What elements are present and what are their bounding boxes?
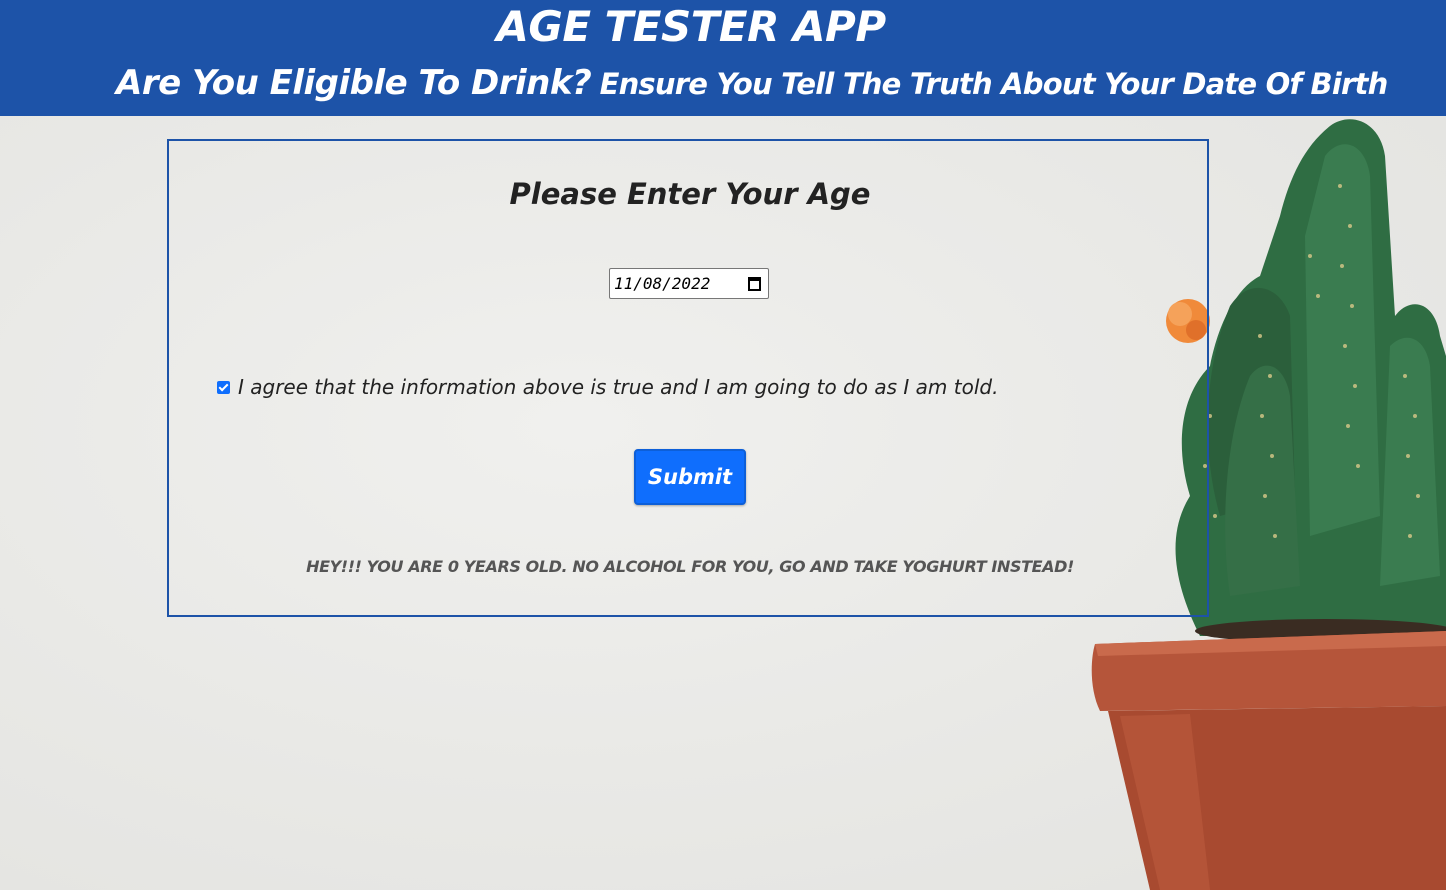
app-subtitle: Are You Eligible To Drink? Ensure You Te… xyxy=(116,63,1389,103)
app-title: AGE TESTER APP xyxy=(496,2,886,51)
age-form-card: Please Enter Your Age 11/08/2022 I agree… xyxy=(167,139,1209,617)
agree-checkbox[interactable] xyxy=(217,380,230,394)
subtitle-note: Ensure You Tell The Truth About Your Dat… xyxy=(599,67,1389,101)
submit-button[interactable]: Submit xyxy=(634,449,746,505)
date-of-birth-value: 11/08/2022 xyxy=(614,274,711,293)
calendar-icon[interactable] xyxy=(748,276,761,291)
date-of-birth-input[interactable]: 11/08/2022 xyxy=(609,268,769,299)
agree-row: I agree that the information above is tr… xyxy=(217,375,998,399)
app-header: AGE TESTER APP Are You Eligible To Drink… xyxy=(0,0,1446,116)
result-message: HEY!!! YOU ARE 0 YEARS OLD. NO ALCOHOL F… xyxy=(306,557,1074,576)
agree-label: I agree that the information above is tr… xyxy=(238,375,999,399)
form-heading: Please Enter Your Age xyxy=(509,177,871,211)
subtitle-question: Are You Eligible To Drink? xyxy=(116,63,592,103)
